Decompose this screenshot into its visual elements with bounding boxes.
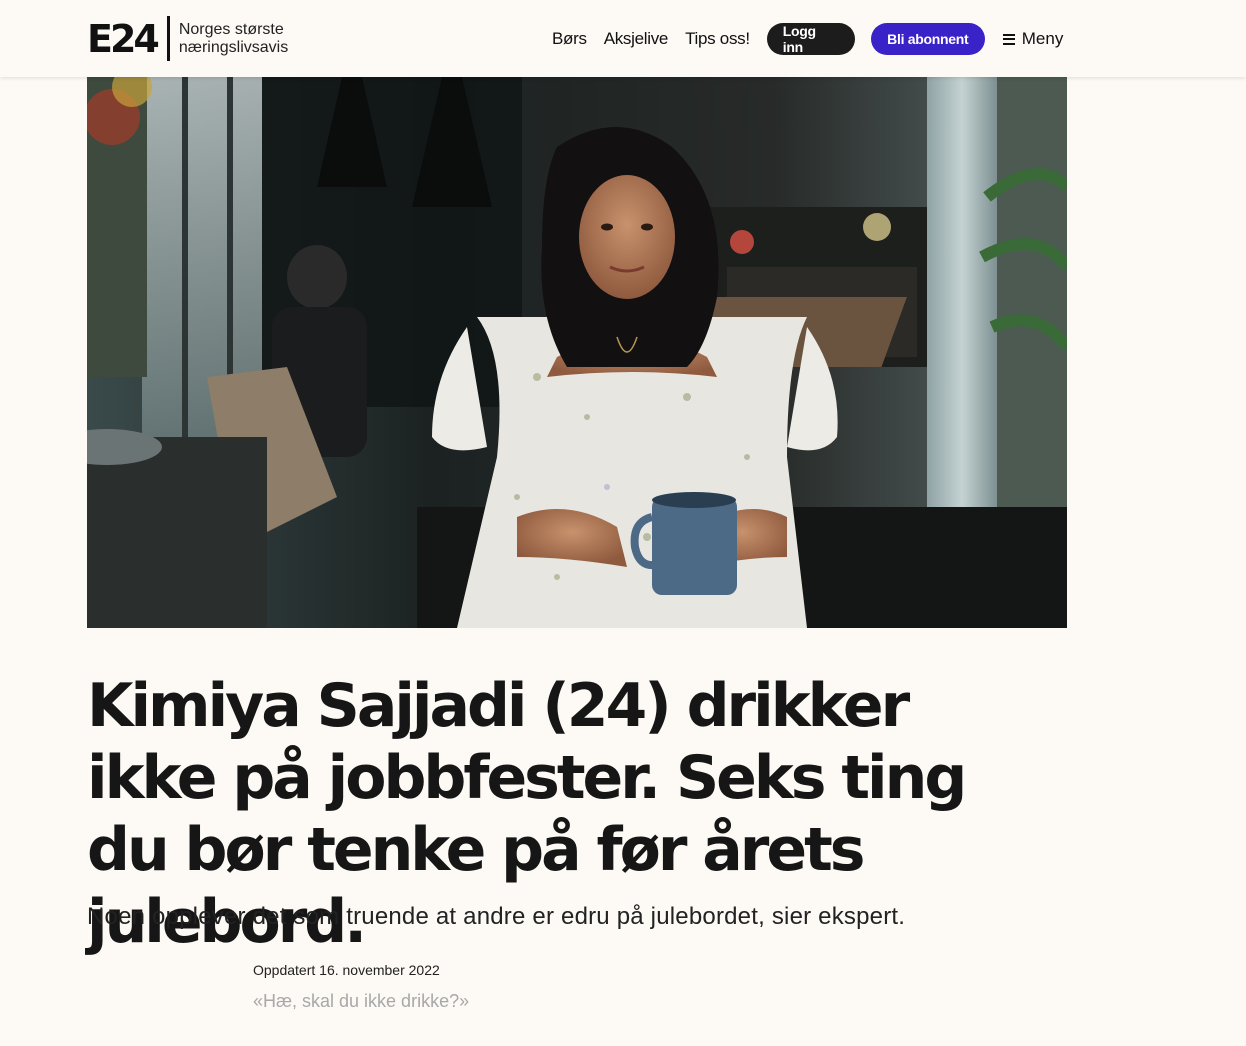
hero-photo-woman-with-coffee-mug bbox=[87, 77, 1067, 628]
tagline-line-2: næringslivsavis bbox=[178, 38, 289, 56]
subscribe-button[interactable]: Bli abonnent bbox=[870, 23, 985, 55]
nav-link-tips-oss[interactable]: Tips oss! bbox=[685, 29, 750, 49]
hero-image bbox=[87, 77, 1067, 628]
tagline: Norges største næringslivsavis bbox=[179, 21, 288, 57]
logo-divider bbox=[166, 16, 170, 61]
updated-timestamp: Oppdatert 16. november 2022 bbox=[253, 962, 440, 978]
tagline-line-1: Norges største bbox=[178, 20, 284, 38]
article-lede: Noen opplever det som truende at andre e… bbox=[87, 903, 906, 930]
hamburger-icon bbox=[1002, 33, 1015, 45]
menu-button[interactable]: Meny bbox=[1002, 29, 1064, 49]
e24-logo: E24 bbox=[87, 16, 160, 61]
logo-link[interactable]: E24 Norges største næringslivsavis bbox=[87, 16, 288, 61]
article-first-line: «Hæ, skal du ikke drikke?» bbox=[253, 991, 470, 1011]
nav-link-bors[interactable]: Børs bbox=[552, 29, 587, 49]
menu-label: Meny bbox=[1021, 29, 1064, 48]
site-header: E24 Norges største næringslivsavis Børs … bbox=[0, 0, 1246, 77]
main-nav: Børs Aksjelive Tips oss! Logg inn Bli ab… bbox=[552, 23, 1063, 55]
nav-link-aksjelive[interactable]: Aksjelive bbox=[604, 29, 669, 49]
login-button[interactable]: Logg inn bbox=[766, 23, 855, 55]
